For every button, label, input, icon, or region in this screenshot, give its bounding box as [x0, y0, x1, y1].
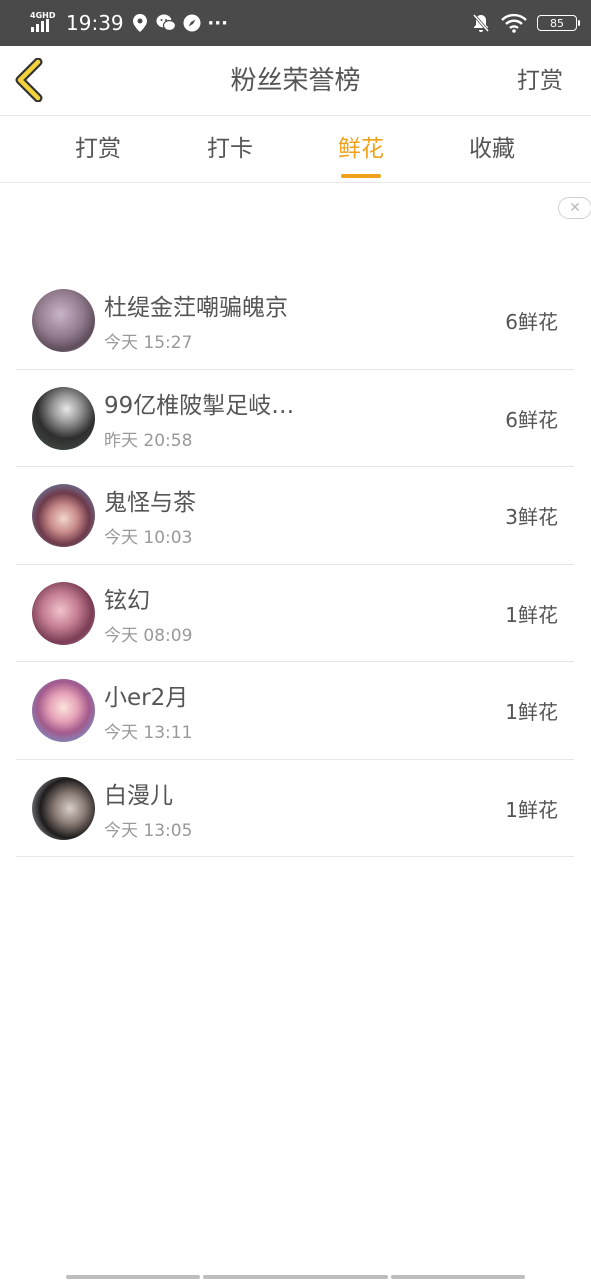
- tab-label: 打卡: [207, 136, 253, 162]
- avatar: [32, 484, 95, 547]
- list-item[interactable]: 铉幻 今天 08:09 1鲜花: [16, 565, 574, 662]
- nav-indicator-right[interactable]: [391, 1275, 525, 1279]
- more-dots-icon: ···: [207, 12, 228, 34]
- fan-name: 鬼怪与茶: [104, 490, 196, 516]
- compass-icon: [182, 13, 202, 33]
- flower-count: 1鲜花: [505, 700, 558, 724]
- clock: 19:39: [66, 11, 124, 35]
- tab-bar: 打赏 打卡 鲜花 收藏: [0, 116, 591, 183]
- flower-count: 1鲜花: [505, 602, 558, 627]
- fan-list: 杜缇金茳嘲骗魄京 今天 15:27 6鲜花 99亿椎陂掣足岐… 昨天 20:58…: [16, 272, 574, 857]
- battery-level: 85: [550, 16, 564, 30]
- list-item[interactable]: 杜缇金茳嘲骗魄京 今天 15:27 6鲜花: [16, 272, 574, 370]
- battery-icon: 85: [537, 15, 580, 31]
- list-item[interactable]: 白漫儿 今天 13:05 1鲜花: [16, 760, 574, 857]
- list-item[interactable]: 鬼怪与茶 今天 10:03 3鲜花: [16, 467, 574, 565]
- tab-label: 鲜花: [338, 136, 384, 162]
- tab-flowers[interactable]: 鲜花: [321, 116, 401, 183]
- flower-count: 1鲜花: [505, 797, 558, 822]
- wifi-icon: [501, 13, 527, 33]
- fan-time: 今天 15:27: [104, 333, 193, 353]
- fan-time: 今天 10:03: [104, 528, 193, 548]
- avatar: [32, 581, 95, 645]
- wechat-icon: [156, 13, 176, 33]
- avatar: [32, 679, 95, 742]
- fan-name: 白漫儿: [104, 782, 173, 809]
- fan-name: 99亿椎陂掣足岐…: [104, 392, 295, 419]
- fan-time: 今天 13:11: [104, 723, 193, 743]
- fan-name: 杜缇金茳嘲骗魄京: [104, 295, 288, 321]
- list-item[interactable]: 小er2月 今天 13:11 1鲜花: [16, 662, 574, 760]
- status-bar: 4GHD 19:39 ··· 85: [0, 0, 591, 46]
- list-item[interactable]: 99亿椎陂掣足岐… 昨天 20:58 6鲜花: [16, 370, 574, 467]
- avatar: [32, 386, 95, 450]
- tab-label: 打赏: [75, 136, 121, 162]
- tab-favorites[interactable]: 收藏: [452, 116, 532, 183]
- nav-indicator-left[interactable]: [66, 1275, 200, 1279]
- tab-label: 收藏: [469, 136, 515, 162]
- nav-indicator-center[interactable]: [203, 1275, 388, 1279]
- tab-indicator: [341, 174, 381, 178]
- fan-name: 铉幻: [104, 587, 150, 614]
- title-bar: 粉丝荣誉榜 打赏: [0, 46, 591, 116]
- avatar: [32, 289, 95, 352]
- fan-name: 小er2月: [104, 685, 189, 711]
- close-ad-button[interactable]: ✕: [558, 197, 591, 219]
- tab-checkin[interactable]: 打卡: [190, 116, 270, 183]
- avatar: [32, 776, 95, 840]
- location-icon: [130, 13, 150, 33]
- page-title: 粉丝荣誉榜: [230, 66, 361, 96]
- signal-icon: 4GHD: [30, 11, 56, 34]
- fan-time: 今天 13:05: [104, 820, 193, 841]
- mute-bell-icon: [471, 13, 491, 33]
- fan-time: 昨天 20:58: [104, 430, 193, 451]
- flower-count: 6鲜花: [505, 407, 558, 432]
- flower-count: 3鲜花: [505, 505, 558, 529]
- reward-button[interactable]: 打赏: [517, 46, 563, 116]
- fan-time: 今天 08:09: [104, 625, 193, 646]
- tab-reward[interactable]: 打赏: [58, 116, 138, 183]
- flower-count: 6鲜花: [505, 310, 558, 334]
